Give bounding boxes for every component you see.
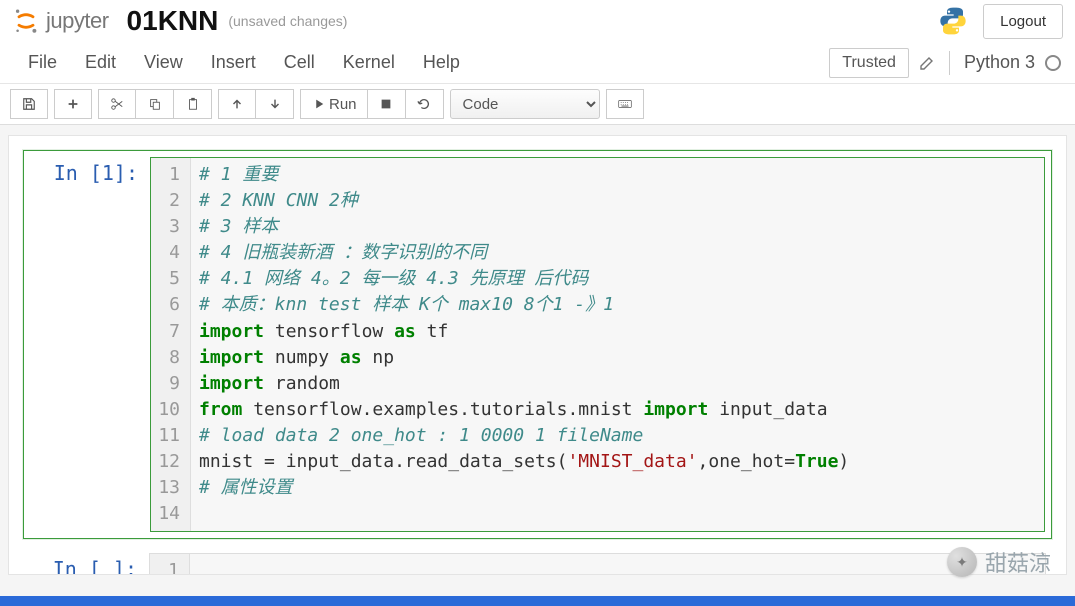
bottom-bar (0, 596, 1075, 606)
watermark-text: 甜菇涼 (985, 546, 1051, 578)
code-line: import tensorflow as tf (199, 319, 1036, 345)
code-line: mnist = input_data.read_data_sets('MNIST… (199, 449, 1036, 475)
kernel-name[interactable]: Python 3 (964, 52, 1035, 73)
input-area[interactable]: 1234567891011121314# 1 重要# 2 KNN CNN 2种#… (150, 157, 1045, 532)
code-cell[interactable]: In [1]:1234567891011121314# 1 重要# 2 KNN … (23, 150, 1052, 539)
interrupt-button[interactable] (368, 89, 406, 119)
code-line: # 1 重要 (199, 162, 1036, 188)
run-icon (311, 97, 325, 111)
copy-button[interactable] (136, 89, 174, 119)
menubar: FileEditViewInsertCellKernelHelp Trusted… (0, 42, 1075, 84)
line-gutter: 1234567891011121314 (151, 158, 191, 531)
paste-button[interactable] (174, 89, 212, 119)
wechat-icon: ✦ (947, 547, 977, 577)
code-editor[interactable] (190, 554, 1045, 575)
jupyter-icon (12, 7, 40, 35)
code-line: # 2 KNN CNN 2种 (199, 188, 1036, 214)
insert-cell-button[interactable] (54, 89, 92, 119)
code-line: # 4 旧瓶装新酒 ：数字识别的不同 (199, 240, 1036, 266)
code-line (198, 558, 1037, 575)
menu-kernel[interactable]: Kernel (329, 46, 409, 79)
input-area[interactable]: 1 (149, 553, 1046, 575)
menu-file[interactable]: File (14, 46, 71, 79)
code-line: # 4.1 网络 4。2 每一级 4.3 先原理 后代码 (199, 266, 1036, 292)
notebook-header: jupyter 01KNN (unsaved changes) Logout (0, 0, 1075, 42)
refresh-icon (417, 97, 431, 111)
run-label: Run (329, 96, 357, 113)
line-gutter: 1 (150, 554, 190, 575)
code-line: # 属性设置 (199, 475, 1036, 501)
trusted-badge[interactable]: Trusted (829, 48, 909, 78)
pencil-icon[interactable] (919, 55, 935, 71)
cut-button[interactable] (98, 89, 136, 119)
kernel-indicator-icon (1045, 55, 1061, 71)
input-prompt: In [1]: (30, 157, 150, 532)
menu-insert[interactable]: Insert (197, 46, 270, 79)
keyboard-icon (618, 97, 632, 111)
code-line: from tensorflow.examples.tutorials.mnist… (199, 397, 1036, 423)
divider (949, 51, 950, 75)
save-status: (unsaved changes) (228, 13, 347, 29)
menu-cell[interactable]: Cell (270, 46, 329, 79)
logout-button[interactable]: Logout (983, 4, 1063, 39)
copy-icon (148, 97, 162, 111)
code-line: # load data 2 one_hot : 1 0000 1 fileNam… (199, 423, 1036, 449)
celltype-select[interactable]: Code (450, 89, 600, 119)
code-line (199, 501, 1036, 527)
menu-edit[interactable]: Edit (71, 46, 130, 79)
save-button[interactable] (10, 89, 48, 119)
restart-button[interactable] (406, 89, 444, 119)
code-line: import numpy as np (199, 345, 1036, 371)
code-line: import random (199, 371, 1036, 397)
move-down-button[interactable] (256, 89, 294, 119)
code-cell[interactable]: In [ ]:1 (23, 547, 1052, 575)
notebook-title[interactable]: 01KNN (127, 5, 219, 37)
arrow-up-icon (230, 97, 244, 111)
paste-icon (186, 97, 200, 111)
scissors-icon (110, 97, 124, 111)
menu-help[interactable]: Help (409, 46, 474, 79)
code-editor[interactable]: # 1 重要# 2 KNN CNN 2种# 3 样本# 4 旧瓶装新酒 ：数字识… (191, 158, 1044, 531)
toolbar: Run Code (0, 84, 1075, 125)
code-line: # 3 样本 (199, 214, 1036, 240)
arrow-down-icon (268, 97, 282, 111)
input-prompt: In [ ]: (29, 553, 149, 575)
menu-view[interactable]: View (130, 46, 197, 79)
stop-icon (379, 97, 393, 111)
logo-text: jupyter (46, 8, 109, 34)
run-button[interactable]: Run (300, 89, 368, 119)
watermark: ✦ 甜菇涼 (947, 546, 1051, 578)
move-up-button[interactable] (218, 89, 256, 119)
save-icon (22, 97, 36, 111)
code-line: # 本质：knn test 样本 K个 max10 8个1 -》1 (199, 292, 1036, 318)
plus-icon (66, 97, 80, 111)
jupyter-logo[interactable]: jupyter (12, 7, 109, 35)
python-icon (937, 5, 969, 37)
notebook-container: In [1]:1234567891011121314# 1 重要# 2 KNN … (8, 135, 1067, 575)
command-palette-button[interactable] (606, 89, 644, 119)
